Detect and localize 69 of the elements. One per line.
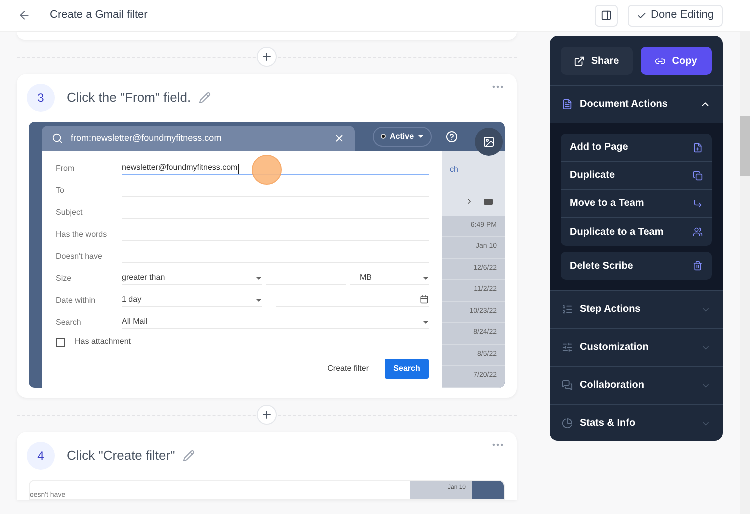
- side-panel-icon: [601, 10, 612, 21]
- search-query: from:newsletter@foundmyfitness.com: [71, 132, 223, 145]
- date-input-field[interactable]: [276, 293, 429, 307]
- share-button[interactable]: Share: [561, 47, 632, 75]
- plus-icon: [261, 51, 273, 63]
- section-header[interactable]: Collaboration: [550, 367, 723, 404]
- panel-toggle-button[interactable]: [595, 4, 618, 26]
- date-range-dropdown[interactable]: 1 day: [122, 293, 262, 307]
- gmail-search-bar[interactable]: from:newsletter@foundmyfitness.com: [42, 126, 355, 151]
- back-arrow-icon[interactable]: [18, 9, 31, 22]
- document-icon: [562, 99, 573, 110]
- section-header[interactable]: Stats & Info: [550, 405, 723, 441]
- external-link-icon: [574, 56, 586, 66]
- document-action-item[interactable]: Move to a Team: [561, 190, 712, 218]
- attachment-checkbox[interactable]: [56, 338, 65, 346]
- document-action-item[interactable]: Duplicate to a Team: [561, 218, 712, 246]
- status-dropdown[interactable]: Active: [373, 126, 432, 146]
- step-title[interactable]: Click "Create filter": [67, 446, 176, 466]
- filter-field-label: Doesn't have: [56, 251, 104, 263]
- step-number: 3: [27, 84, 55, 112]
- filter-field-label: From: [56, 163, 76, 175]
- trash-icon: [693, 261, 703, 271]
- edit-icon[interactable]: [199, 92, 212, 104]
- search-label: ch: [450, 164, 458, 176]
- edit-icon[interactable]: [183, 450, 196, 462]
- filter-field-label: Subject: [56, 207, 84, 219]
- unit-dropdown[interactable]: MB: [350, 271, 429, 285]
- section-header[interactable]: Step Actions: [550, 291, 723, 328]
- size-dropdown[interactable]: greater than: [122, 271, 262, 285]
- search-icon: [52, 133, 63, 144]
- section-header[interactable]: Customization: [550, 329, 723, 366]
- checkmark-icon: [637, 10, 647, 20]
- filter-field-label: To: [56, 185, 66, 197]
- sliders-icon: [562, 342, 573, 353]
- close-icon[interactable]: [334, 133, 345, 144]
- image-badge[interactable]: [475, 128, 503, 156]
- step-number: 4: [27, 442, 55, 470]
- search-scope-dropdown[interactable]: All Mail: [122, 315, 429, 329]
- corner-arrow-icon: [693, 198, 703, 208]
- delete-action-item[interactable]: Delete Scribe: [561, 252, 712, 280]
- copy-icon: [693, 170, 703, 180]
- screenshot-sidebar: [472, 481, 504, 499]
- filter-field-label: Search: [56, 317, 82, 329]
- plus-icon: [261, 409, 273, 421]
- people-icon: [693, 227, 703, 237]
- checkbox-label: Has attachment: [75, 336, 132, 348]
- help-icon[interactable]: [446, 130, 458, 142]
- filter-field-label: Has the words: [56, 229, 108, 241]
- step-title[interactable]: Click the "From" field.: [67, 88, 192, 108]
- image-icon: [483, 136, 495, 148]
- document-action-item[interactable]: Add to Page: [561, 134, 712, 162]
- done-editing-button[interactable]: Done Editing: [628, 4, 723, 26]
- file-plus-icon: [693, 142, 703, 152]
- scrollbar-thumb[interactable]: [740, 116, 750, 176]
- page-title: Create a Gmail filter: [50, 8, 148, 24]
- chevron-right-icon[interactable]: [465, 197, 474, 206]
- list-icon: [562, 304, 573, 315]
- search-button[interactable]: Search: [385, 359, 429, 379]
- pie-chart-icon: [562, 418, 573, 429]
- filter-field-label: Date within: [56, 295, 97, 307]
- document-action-item[interactable]: Duplicate: [561, 162, 712, 190]
- calendar-icon[interactable]: [420, 295, 429, 304]
- filter-field-label: Size: [56, 273, 73, 285]
- copy-button[interactable]: Copy: [640, 47, 712, 75]
- add-step-button[interactable]: [257, 47, 277, 67]
- keyboard-icon[interactable]: [484, 198, 493, 205]
- add-step-button[interactable]: [257, 405, 277, 425]
- chat-bubbles-icon: [562, 380, 573, 391]
- create-filter-button[interactable]: Create filter: [324, 359, 373, 379]
